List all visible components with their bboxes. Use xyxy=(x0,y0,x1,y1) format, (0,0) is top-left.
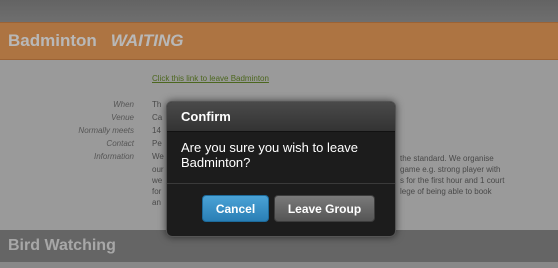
dialog-divider xyxy=(167,183,395,184)
dialog-message: Are you sure you wish to leave Badminton… xyxy=(181,140,359,170)
leave-group-button[interactable]: Leave Group xyxy=(274,195,375,222)
cancel-button[interactable]: Cancel xyxy=(202,195,269,222)
confirm-dialog: Confirm Are you sure you wish to leave B… xyxy=(166,101,396,237)
dialog-title-bar: Confirm xyxy=(167,102,395,132)
dialog-title: Confirm xyxy=(181,109,231,124)
